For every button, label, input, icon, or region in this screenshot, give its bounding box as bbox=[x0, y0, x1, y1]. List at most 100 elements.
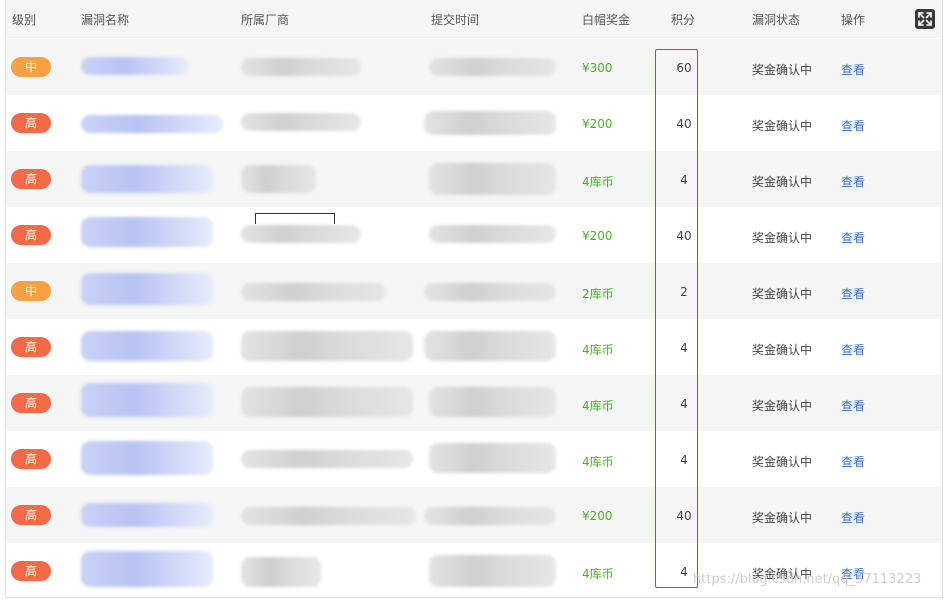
col-vuln-name: 漏洞名称 bbox=[81, 13, 130, 27]
table-row: 高 ¥200 40 奖金确认中 查看 bbox=[6, 487, 942, 543]
points-value: 4 bbox=[680, 173, 688, 187]
points-value: 60 bbox=[676, 61, 692, 75]
level-badge: 高 bbox=[11, 337, 51, 357]
level-badge: 高 bbox=[11, 393, 51, 413]
vulnerability-table: 级别 漏洞名称 所属厂商 提交时间 白帽奖金 积分 漏洞状态 操作 中 ¥300… bbox=[5, 0, 943, 598]
reward-value: 2库币 bbox=[582, 287, 614, 301]
reward-value: ¥300 bbox=[582, 61, 613, 75]
redacted-submit-time bbox=[429, 58, 556, 76]
status-value: 奖金确认中 bbox=[752, 511, 813, 525]
view-link[interactable]: 查看 bbox=[841, 61, 865, 78]
redacted-submit-time bbox=[429, 225, 556, 243]
redacted-submit-time bbox=[429, 443, 556, 473]
redacted-vuln-name bbox=[81, 551, 213, 587]
view-link[interactable]: 查看 bbox=[841, 229, 865, 246]
fullscreen-icon[interactable] bbox=[915, 9, 935, 29]
table-row: 中 2库币 2 奖金确认中 查看 bbox=[6, 263, 942, 319]
col-action: 操作 bbox=[841, 13, 866, 27]
redacted-vendor bbox=[241, 507, 416, 525]
points-value: 40 bbox=[676, 229, 692, 243]
redacted-vendor bbox=[241, 283, 386, 301]
redacted-vuln-name bbox=[81, 217, 213, 247]
points-value: 40 bbox=[676, 509, 692, 523]
redacted-vuln-name bbox=[81, 273, 213, 305]
level-badge: 高 bbox=[11, 505, 51, 525]
status-value: 奖金确认中 bbox=[752, 119, 813, 133]
col-points: 积分 bbox=[671, 13, 696, 27]
redacted-vendor bbox=[241, 450, 413, 468]
col-reward: 白帽奖金 bbox=[582, 13, 631, 27]
table-row: 高 ¥200 40 奖金确认中 查看 bbox=[6, 95, 942, 151]
table-row: 中 ¥300 60 奖金确认中 查看 bbox=[6, 39, 942, 95]
redacted-vuln-name bbox=[81, 503, 213, 527]
redacted-submit-time bbox=[429, 555, 556, 587]
level-badge: 高 bbox=[11, 449, 51, 469]
table-row: 高 4库币 4 奖金确认中 查看 bbox=[6, 319, 942, 375]
redacted-vuln-name bbox=[81, 165, 213, 193]
redacted-vuln-name bbox=[81, 441, 213, 475]
table-row: 高 4库币 4 奖金确认中 查看 bbox=[6, 151, 942, 207]
points-value: 40 bbox=[676, 117, 692, 131]
points-value: 4 bbox=[680, 453, 688, 467]
redacted-vendor bbox=[241, 557, 321, 587]
points-value: 4 bbox=[680, 397, 688, 411]
reward-value: 4库币 bbox=[582, 175, 614, 189]
redacted-submit-time bbox=[429, 387, 556, 417]
view-link[interactable]: 查看 bbox=[841, 117, 865, 134]
level-badge: 高 bbox=[11, 561, 51, 581]
status-value: 奖金确认中 bbox=[752, 287, 813, 301]
level-badge: 高 bbox=[11, 113, 51, 133]
view-link[interactable]: 查看 bbox=[841, 453, 865, 470]
points-value: 2 bbox=[680, 285, 688, 299]
reward-value: 4库币 bbox=[582, 567, 614, 581]
view-link[interactable]: 查看 bbox=[841, 509, 865, 526]
redacted-vendor bbox=[241, 387, 413, 417]
redacted-vuln-name bbox=[81, 57, 189, 75]
redacted-submit-time bbox=[424, 283, 556, 301]
status-value: 奖金确认中 bbox=[752, 231, 813, 245]
redacted-submit-time bbox=[424, 111, 556, 135]
redacted-submit-time bbox=[424, 507, 556, 525]
status-value: 奖金确认中 bbox=[752, 455, 813, 469]
redacted-vendor bbox=[241, 331, 413, 361]
reward-value: ¥200 bbox=[582, 117, 613, 131]
view-link[interactable]: 查看 bbox=[841, 341, 865, 358]
col-submit-time: 提交时间 bbox=[431, 13, 480, 27]
redacted-vuln-name bbox=[81, 115, 223, 133]
reward-value: 4库币 bbox=[582, 399, 614, 413]
view-link[interactable]: 查看 bbox=[841, 173, 865, 190]
selection-box-fragment bbox=[255, 213, 335, 224]
reward-value: ¥200 bbox=[582, 509, 613, 523]
table-header: 级别 漏洞名称 所属厂商 提交时间 白帽奖金 积分 漏洞状态 操作 bbox=[6, 0, 942, 38]
redacted-submit-time bbox=[424, 331, 556, 361]
col-level: 级别 bbox=[12, 13, 37, 27]
redacted-vendor bbox=[241, 225, 361, 243]
redacted-vuln-name bbox=[81, 331, 213, 361]
status-value: 奖金确认中 bbox=[752, 63, 813, 77]
view-link[interactable]: 查看 bbox=[841, 565, 865, 582]
level-badge: 高 bbox=[11, 169, 51, 189]
table-row: 高 4库币 4 奖金确认中 查看 bbox=[6, 375, 942, 431]
points-value: 4 bbox=[680, 565, 688, 579]
reward-value: ¥200 bbox=[582, 229, 613, 243]
view-link[interactable]: 查看 bbox=[841, 397, 865, 414]
level-badge: 高 bbox=[11, 225, 51, 245]
table-row: 高 4库币 4 奖金确认中 查看 bbox=[6, 431, 942, 487]
status-value: 奖金确认中 bbox=[752, 399, 813, 413]
reward-value: 4库币 bbox=[582, 455, 614, 469]
redacted-submit-time bbox=[429, 163, 556, 195]
col-vendor: 所属厂商 bbox=[241, 13, 290, 27]
level-badge: 中 bbox=[11, 281, 51, 301]
redacted-vendor bbox=[241, 58, 361, 76]
redacted-vuln-name bbox=[81, 383, 213, 417]
table-row: 高 4库币 4 奖金确认中 查看 bbox=[6, 543, 942, 597]
status-value: 奖金确认中 bbox=[752, 567, 813, 581]
view-link[interactable]: 查看 bbox=[841, 285, 865, 302]
table-row: 高 ¥200 40 奖金确认中 查看 bbox=[6, 207, 942, 263]
status-value: 奖金确认中 bbox=[752, 175, 813, 189]
points-value: 4 bbox=[680, 341, 688, 355]
level-badge: 中 bbox=[11, 57, 51, 77]
status-value: 奖金确认中 bbox=[752, 343, 813, 357]
redacted-vendor bbox=[241, 113, 361, 131]
reward-value: 4库币 bbox=[582, 343, 614, 357]
